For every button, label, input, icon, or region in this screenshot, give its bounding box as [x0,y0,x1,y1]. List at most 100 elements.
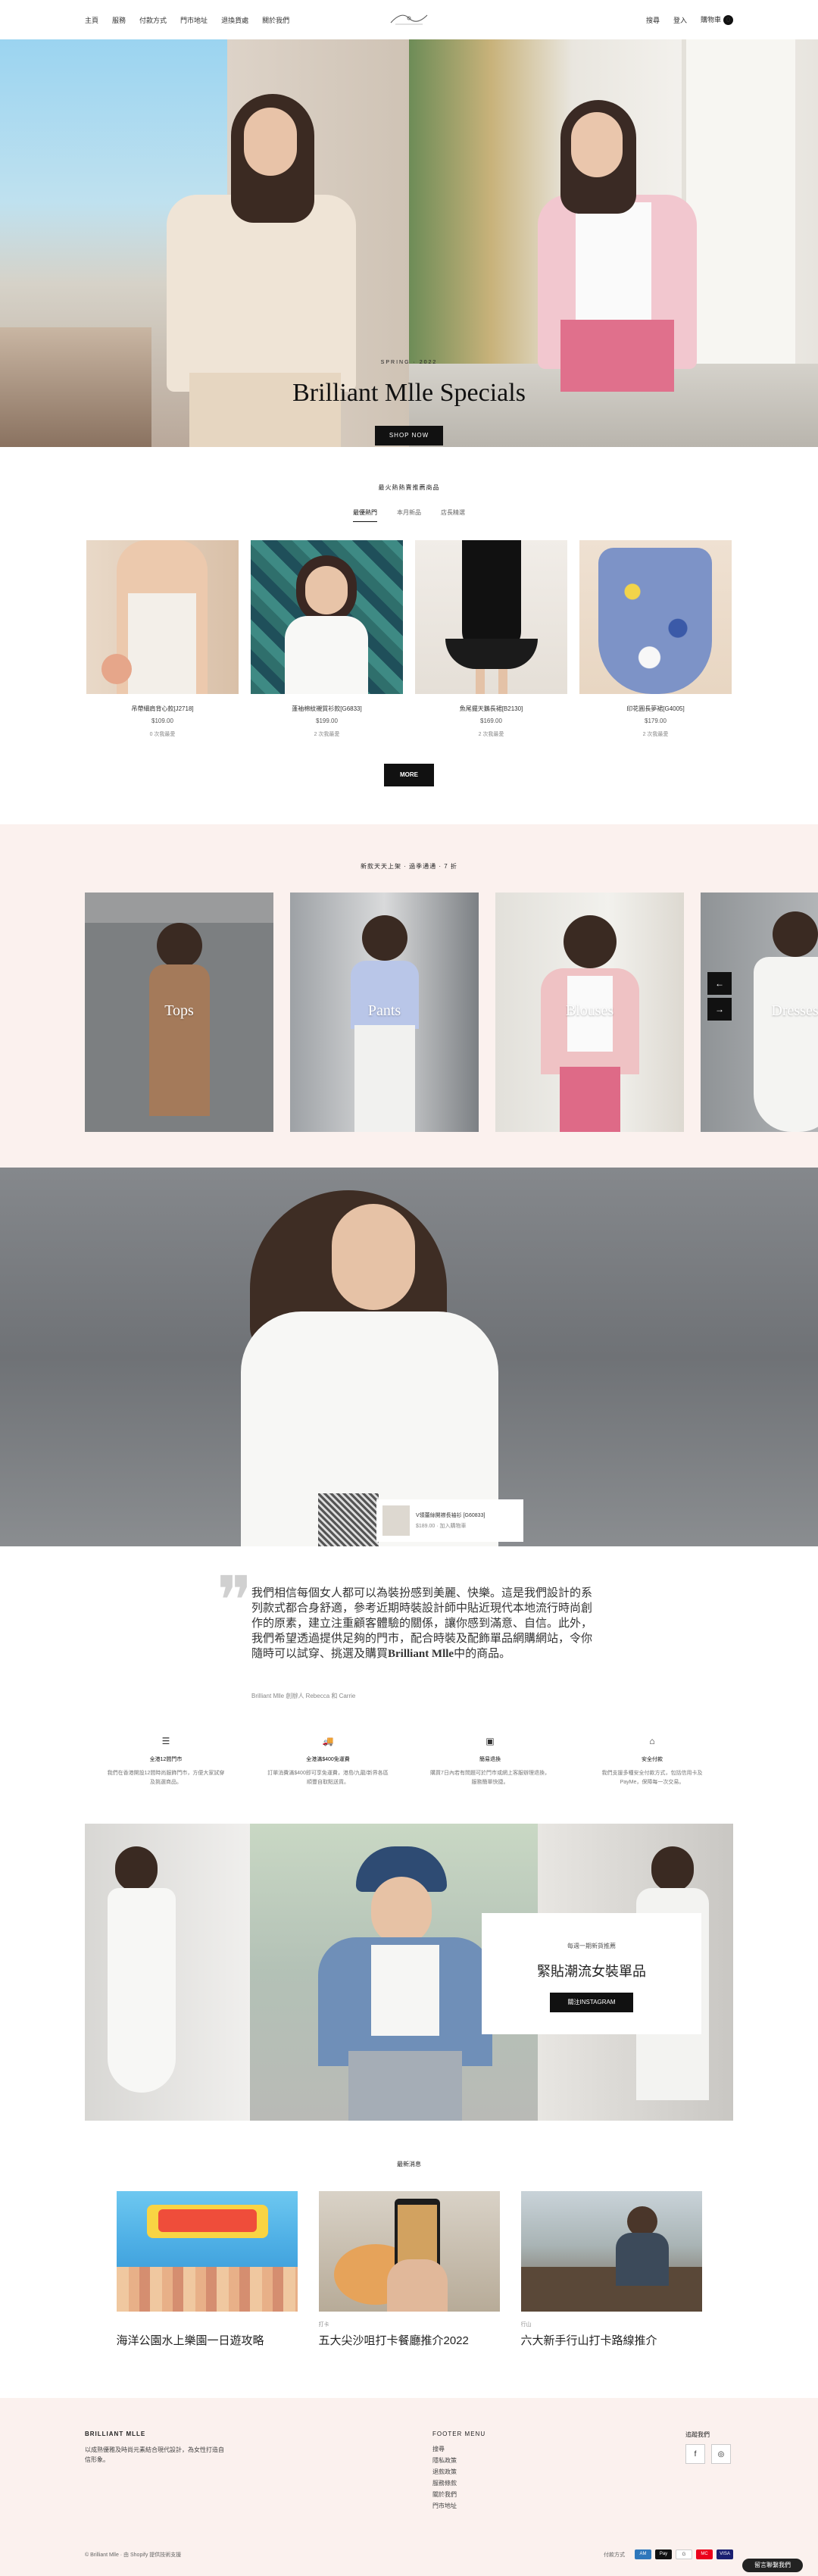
blog-post-title[interactable]: 海洋公園水上樂園一日遊攻略 [117,2332,298,2348]
popular-section: 最火熱熱賣推薦商品 最優熱門 本月新品 店長精選 吊帶細肩背心款[J2718] … [0,483,818,786]
footer-link[interactable]: 退款政策 [432,2468,457,2479]
product-price: $199.00 [316,717,338,724]
lock-icon: ⌂ [649,1736,655,1746]
nav-stores[interactable]: 門市地址 [180,15,208,25]
footer-bottom: © Brilliant Mlle · 由 Shopify 提供技術支援 付款方式… [85,2549,733,2559]
hotspot-product-price: $189.00 · 加入購物車 [416,1524,467,1529]
feature-desc: 我們在香港開設12間時尚服飾門市，方便大家試穿及挑選商品。 [107,1771,225,1785]
feature-title: 全港滿$400免運費 [306,1757,350,1762]
more-button[interactable]: MORE [384,764,434,786]
category-label: Pants [367,1002,401,1019]
hero-eyebrow: SPRING · 2022 [380,360,438,365]
footer-link[interactable]: 服務條款 [432,2479,457,2490]
footer-link[interactable]: 搜尋 [432,2445,457,2456]
hotspot-product-name: V領蕾絲開襟長袖衫 [G60833] [416,1513,485,1518]
quote-mark-icon: ❞ [217,1565,253,1639]
footer-follow-title: 追蹤我們 [685,2431,710,2438]
product-image[interactable] [251,540,403,694]
product-card[interactable]: 吊帶細肩背心款[J2718] $109.00 0 次我最愛 [86,540,239,738]
feature-desc: 購買7日內若有問題可於門市或網上客服辦理退換，服務簡單快捷。 [430,1771,550,1785]
product-card[interactable]: 魚尾擺天鵝長裙[B2130] $169.00 2 次我最愛 [415,540,567,738]
product-image[interactable] [579,540,732,694]
instagram-card: 每週一期新貨推薦 緊貼潮流女裝單品 關注INSTAGRAM [482,1913,701,2034]
blog-image[interactable] [318,2191,500,2312]
product-name[interactable]: 印花圓長夢裙[G4005] [579,705,732,713]
feature-title: 安全付款 [642,1757,663,1762]
brand-logo[interactable] [388,8,430,29]
product-card[interactable]: 蓬袖棉紋襯質衫款[G6833] $199.00 2 次我最愛 [251,540,403,738]
apple-pay-icon: Pay [655,2549,672,2559]
social-links: f ◎ [685,2444,731,2464]
blog-post[interactable]: 打卡 五大尖沙咀打卡餐廳推介2022 [318,2191,500,2348]
site-header: 主頁 服務 付款方式 門市地址 退換貨處 關於我們 搜尋 登入 購物車 0 [0,0,818,39]
arrow-right-icon[interactable]: → [707,998,732,1021]
nav-services[interactable]: 服務 [112,15,126,25]
product-grid: 吊帶細肩背心款[J2718] $109.00 0 次我最愛 蓬袖棉紋襯質衫款[G… [0,540,818,738]
login-link[interactable]: 登入 [673,15,687,25]
product-thumbnail [382,1505,410,1536]
site-footer: BRILLIANT MLLE 以成熟優雅及時尚元素結合現代設計，為女性打造自信形… [0,2398,818,2576]
chat-button[interactable]: 留言聯繫我們 [742,2559,803,2572]
category-carousel: 新款天天上架 · 過季通通 · 7 折 Tops Pants Blouses D… [0,824,818,1168]
category-tile[interactable]: Tops [85,893,273,1132]
popular-title: 最火熱熱賣推薦商品 [378,484,440,491]
nav-home[interactable]: 主頁 [85,15,98,25]
blog-post[interactable]: 行山 六大新手行山打卡路線推介 [520,2191,702,2348]
blog-post-title[interactable]: 五大尖沙咀打卡餐廳推介2022 [319,2332,500,2348]
blog-image[interactable] [116,2191,298,2312]
cart-label: 購物車 [700,16,721,23]
footer-menu: 搜尋 隱私政策 退款政策 服務條款 關於我們 門市地址 [432,2445,457,2513]
tab-hot[interactable]: 最優熱門 [353,508,377,522]
instagram-icon[interactable]: ◎ [711,2444,731,2464]
feature-title: 全港12間門市 [149,1757,183,1762]
follow-instagram-button[interactable]: 關注INSTAGRAM [550,1993,633,2012]
hero-banner: SPRING · 2022 Brilliant Mlle Specials SH… [0,39,818,447]
main-nav: 主頁 服務 付款方式 門市地址 退換貨處 關於我們 [85,15,289,25]
mastercard-icon: MC [696,2549,713,2559]
blog-list: 海洋公園水上樂園一日遊攻略 打卡 五大尖沙咀打卡餐廳推介2022 行山 六大新手… [0,2191,818,2348]
utility-nav: 搜尋 登入 購物車 0 [646,14,733,25]
nav-returns[interactable]: 退換貨處 [221,15,248,25]
service-features: ☰ 全港12間門市 我們在香港開設12間時尚服飾門市，方便大家試穿及挑選商品。 … [0,1721,818,1787]
product-image[interactable] [415,540,567,694]
nav-payment[interactable]: 付款方式 [139,15,167,25]
shop-now-button[interactable]: SHOP NOW [375,426,443,445]
google-pay-icon: G [676,2549,692,2559]
product-card[interactable]: 印花圓長夢裙[G4005] $179.00 2 次我最愛 [579,540,732,738]
facebook-icon[interactable]: f [685,2444,705,2464]
instagram-title: 緊貼潮流女裝單品 [537,1964,646,1979]
brand-quote: ❞ 我們相信每個女人都可以為裝扮感到美麗、快樂。這是我們設計的系列款式都合身舒適… [0,1546,818,1721]
product-fav-count: 2 次我最愛 [478,732,504,737]
search-link[interactable]: 搜尋 [646,15,660,25]
footer-link[interactable]: 關於我們 [432,2490,457,2502]
feature-item: 🚚 全港滿$400免運費 訂單消費滿$400即可享免運費，港島/九龍/新界各區順… [247,1736,409,1787]
blog-post[interactable]: 海洋公園水上樂園一日遊攻略 [116,2191,298,2348]
insta-photo [85,1824,250,2121]
feature-desc: 我們支援多種安全付款方式，包括信用卡及PayMe，保障每一次交易。 [601,1771,703,1785]
category-tile[interactable]: Pants [290,893,479,1132]
nav-about[interactable]: 關於我們 [262,15,289,25]
category-tile[interactable]: Blouses [495,893,684,1132]
category-label: Blouses [565,1002,614,1019]
arrow-left-icon[interactable]: ← [707,972,732,995]
tab-new[interactable]: 本月新品 [397,508,421,522]
feature-item: ⌂ 安全付款 我們支援多種安全付款方式，包括信用卡及PayMe，保障每一次交易。 [571,1736,733,1787]
blog-category [117,2321,305,2327]
tab-picks[interactable]: 店長精選 [441,508,465,522]
amex-icon: AM [635,2549,651,2559]
product-hotspot-card[interactable]: V領蕾絲開襟長袖衫 [G60833] $189.00 · 加入購物車 [376,1499,523,1542]
product-image[interactable] [86,540,239,694]
feature-item: ☰ 全港12間門市 我們在香港開設12間時尚服飾門市，方便大家試穿及挑選商品。 [85,1736,247,1787]
product-name[interactable]: 吊帶細肩背心款[J2718] [86,705,239,713]
cart-link[interactable]: 購物車 0 [701,14,733,25]
blog-post-title[interactable]: 六大新手行山打卡路線推介 [521,2332,702,2348]
product-name[interactable]: 蓬袖棉紋襯質衫款[G6833] [251,705,403,713]
category-title: 新款天天上架 · 過季通通 · 7 折 [361,863,457,870]
blog-category: 打卡 [318,2322,329,2327]
footer-link[interactable]: 門市地址 [432,2502,457,2513]
product-price: $179.00 [645,717,667,724]
product-name[interactable]: 魚尾擺天鵝長裙[B2130] [415,705,567,713]
instagram-banner: 每週一期新貨推薦 緊貼潮流女裝單品 關注INSTAGRAM [85,1824,733,2121]
blog-image[interactable] [520,2191,702,2312]
footer-link[interactable]: 隱私政策 [432,2456,457,2468]
